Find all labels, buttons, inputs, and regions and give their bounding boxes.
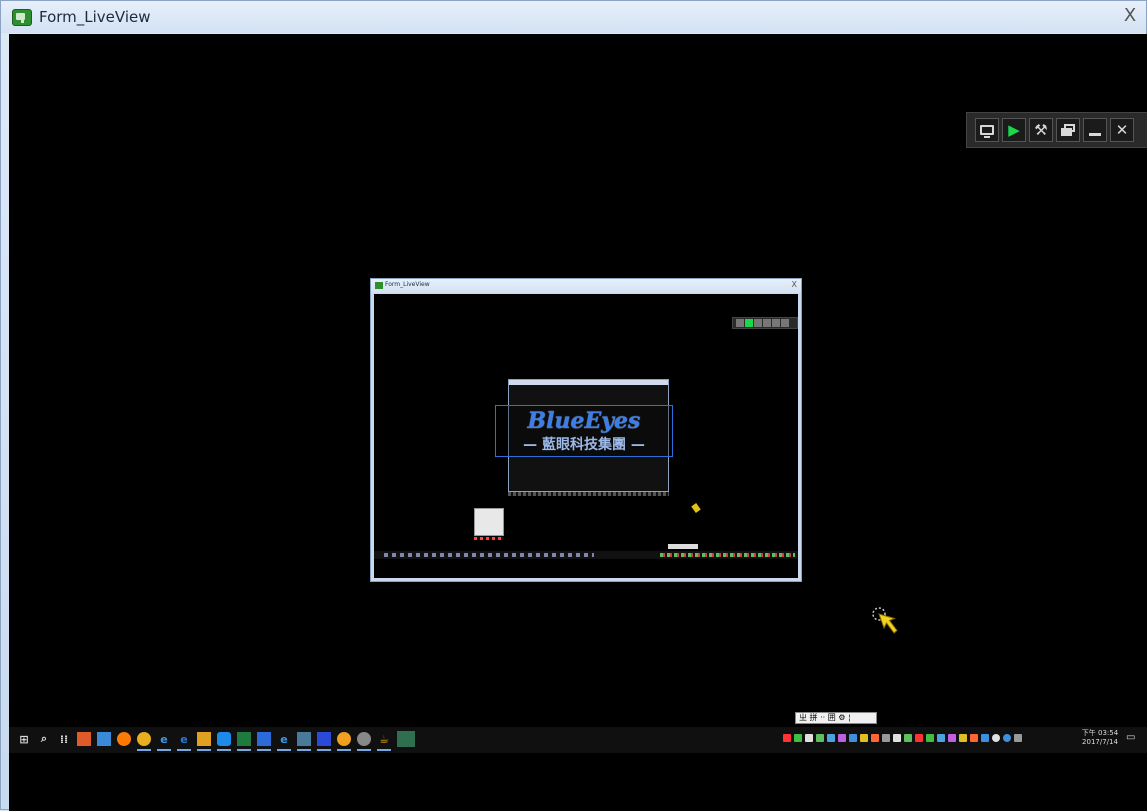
nested-taskbar <box>374 551 798 559</box>
clock-time: 下午 03:54 <box>1081 729 1119 737</box>
blueeyes-logo: BlueEyes <box>527 408 641 434</box>
cursor-icon <box>872 607 898 634</box>
tray-icon[interactable] <box>981 734 989 742</box>
deep-taskbar <box>508 492 669 496</box>
nested-close-icon: X <box>791 280 797 289</box>
clock-date: 2017/7/14 <box>1082 738 1118 746</box>
close-icon: ✕ <box>1115 121 1129 139</box>
nested-tools-icon <box>754 319 762 327</box>
tray-icon[interactable] <box>992 734 1000 742</box>
tray-icon[interactable] <box>882 734 890 742</box>
tray-icon[interactable] <box>948 734 956 742</box>
skype-icon[interactable] <box>217 732 231 751</box>
outlook-icon[interactable] <box>257 732 271 751</box>
nested-screens-icon <box>763 319 771 327</box>
paint-app-icon[interactable] <box>197 732 211 751</box>
nested-minimize-icon <box>772 319 780 327</box>
screens-button[interactable] <box>1056 118 1080 142</box>
blueeyes-subtitle: — 藍眼科技集團 — <box>523 437 645 453</box>
play-button[interactable]: ▶ <box>1002 118 1026 142</box>
main-window: Form_LiveView X ▶ ⚒ ✕ Form_LiveView X Bl… <box>0 0 1147 811</box>
nested-live-view-window: Form_LiveView X BlueEyes — 藍眼科技集團 — <box>370 278 802 582</box>
tray-icon[interactable] <box>794 734 802 742</box>
tray-icon[interactable] <box>959 734 967 742</box>
nested-monitor-icon <box>736 319 744 327</box>
tool-app-icon[interactable] <box>357 732 371 751</box>
title-bar[interactable]: Form_LiveView X <box>1 1 1146 33</box>
media-app-icon[interactable] <box>337 732 351 751</box>
task-view-icon[interactable]: ⁞⁞ <box>57 732 71 746</box>
close-button[interactable]: ✕ <box>1110 118 1134 142</box>
nested-cursor-icon <box>691 503 701 513</box>
monitor-button[interactable] <box>975 118 999 142</box>
minimize-button[interactable] <box>1083 118 1107 142</box>
excel-icon[interactable] <box>237 732 251 751</box>
taskbar: ⊞ ⌕ ⁞⁞ e e e ☕ 下午 03:54 2017/7/14 ▭ <box>9 727 1147 753</box>
tray-icon[interactable] <box>783 734 791 742</box>
tray-icon[interactable] <box>871 734 879 742</box>
taskbar-apps: ⊞ ⌕ ⁞⁞ e e e ☕ <box>17 731 415 751</box>
tray-icon[interactable] <box>915 734 923 742</box>
tray-icon[interactable] <box>849 734 857 742</box>
system-tray <box>783 734 1022 742</box>
tray-icon[interactable] <box>893 734 901 742</box>
nested-live-view-area: BlueEyes — 藍眼科技集團 — <box>374 294 798 578</box>
tray-icon[interactable] <box>904 734 912 742</box>
ie-icon[interactable]: e <box>157 732 171 751</box>
taskbar-clock[interactable]: 下午 03:54 2017/7/14 <box>1080 729 1120 747</box>
firefox-icon[interactable] <box>117 732 131 746</box>
screens-icon <box>1061 124 1075 136</box>
play-icon: ▶ <box>1008 121 1020 139</box>
tray-icon[interactable] <box>937 734 945 742</box>
window-close-button[interactable]: X <box>1120 5 1140 27</box>
tray-icon[interactable] <box>805 734 813 742</box>
tray-icon[interactable] <box>970 734 978 742</box>
tray-icon[interactable] <box>1003 734 1011 742</box>
nested-title-bar: Form_LiveView X <box>371 279 801 293</box>
live-view-taskbar-icon[interactable] <box>397 731 415 747</box>
live-view-area[interactable]: ▶ ⚒ ✕ Form_LiveView X BlueEyes — 藍眼科技集團 … <box>9 34 1147 811</box>
window-title: Form_LiveView <box>39 8 151 26</box>
chrome-icon[interactable] <box>137 732 151 751</box>
tray-icon[interactable] <box>838 734 846 742</box>
folder-app-icon[interactable] <box>97 732 111 746</box>
start-icon[interactable]: ⊞ <box>17 732 31 746</box>
tray-icon[interactable] <box>827 734 835 742</box>
floating-toolbar: ▶ ⚒ ✕ <box>966 112 1147 148</box>
blueeyes-logo-panel: BlueEyes — 藍眼科技集團 — <box>495 405 673 457</box>
app-icon <box>12 9 32 26</box>
network-app-icon[interactable] <box>297 732 311 751</box>
ime-language-bar[interactable]: ㄓ 拼 ·· 囲 ⚙ ¦ <box>795 712 877 724</box>
nested-app-icon <box>375 282 383 289</box>
nested-ime-bar <box>668 544 698 549</box>
tools-icon: ⚒ <box>1034 121 1048 139</box>
java-icon[interactable]: ☕ <box>377 732 391 751</box>
minimize-icon <box>1089 132 1101 136</box>
deep-title-bar <box>509 380 668 385</box>
search-icon[interactable]: ⌕ <box>37 732 51 746</box>
nested-toolbar <box>732 317 798 329</box>
remote-app-icon[interactable] <box>317 732 331 751</box>
tray-icon[interactable] <box>816 734 824 742</box>
edge-icon[interactable]: e <box>177 732 191 751</box>
tray-icon[interactable] <box>1014 734 1022 742</box>
nested-window-title: Form_LiveView <box>385 281 430 288</box>
nested-tray-icons <box>660 553 795 557</box>
tray-icon[interactable] <box>860 734 868 742</box>
mini-thumbnail-popup <box>474 508 504 536</box>
nested-close-icon-small <box>781 319 789 327</box>
calendar-app-icon[interactable] <box>77 732 91 746</box>
notification-icon[interactable]: ▭ <box>1126 732 1140 744</box>
nested-play-icon <box>745 319 753 327</box>
nested-taskbar-icons <box>384 553 594 557</box>
tools-button[interactable]: ⚒ <box>1029 118 1053 142</box>
ie-second-icon[interactable]: e <box>277 732 291 751</box>
mini-popup-indicators <box>474 537 504 540</box>
monitor-icon <box>980 125 994 138</box>
tray-icon[interactable] <box>926 734 934 742</box>
